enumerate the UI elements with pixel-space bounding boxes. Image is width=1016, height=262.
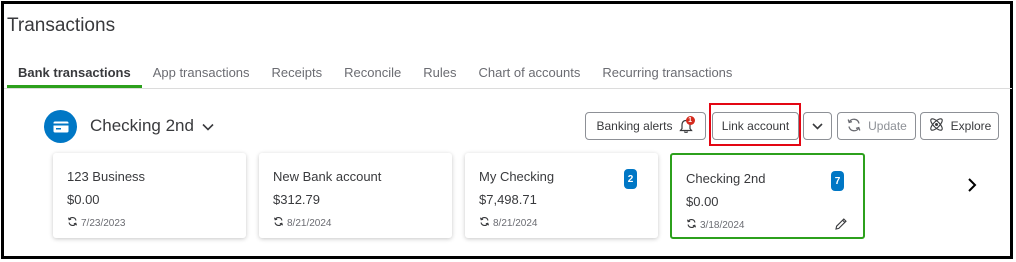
alert-count-badge: 1: [685, 116, 695, 125]
refresh-icon: [273, 216, 284, 230]
refresh-icon: [686, 218, 697, 232]
card-balance: $0.00: [67, 192, 100, 207]
account-selector[interactable]: Checking 2nd: [90, 116, 214, 136]
card-balance: $312.79: [273, 192, 320, 207]
refresh-icon: [67, 216, 78, 230]
card-account-name: New Bank account: [273, 169, 382, 184]
card-count-badge: 7: [831, 171, 844, 191]
chevron-down-icon: [812, 119, 823, 133]
account-card-new-bank-account[interactable]: New Bank account $312.79 8/21/2024: [259, 153, 452, 238]
card-balance: $7,498.71: [479, 192, 537, 207]
link-account-button[interactable]: Link account: [712, 112, 799, 140]
tab-bar: Bank transactions App transactions Recei…: [7, 64, 743, 88]
page-title: Transactions: [7, 15, 116, 36]
card-date-text: 3/18/2024: [700, 219, 745, 231]
tab-app-transactions[interactable]: App transactions: [142, 64, 261, 88]
refresh-icon: [846, 117, 862, 136]
update-button[interactable]: Update: [837, 112, 916, 140]
pencil-edit-icon[interactable]: [834, 217, 848, 231]
account-selector-label: Checking 2nd: [90, 116, 194, 135]
explore-button[interactable]: Explore: [920, 112, 999, 140]
card-updated-date: 7/23/2023: [67, 216, 126, 230]
carousel-next-button[interactable]: [962, 176, 982, 198]
tabs-divider: [4, 88, 1012, 89]
link-account-dropdown-button[interactable]: [803, 112, 832, 140]
card-account-name: Checking 2nd: [686, 171, 766, 186]
tab-chart-of-accounts[interactable]: Chart of accounts: [467, 64, 591, 88]
account-card-checking-2nd[interactable]: Checking 2nd 7 $0.00 3/18/2024: [670, 153, 865, 239]
explore-label: Explore: [950, 119, 992, 133]
bank-card-icon: [44, 110, 77, 143]
card-updated-date: 8/21/2024: [273, 216, 332, 230]
card-updated-date: 8/21/2024: [479, 216, 538, 230]
account-card-my-checking[interactable]: My Checking 2 $7,498.71 8/21/2024: [465, 153, 658, 238]
card-updated-date: 3/18/2024: [686, 218, 745, 232]
banking-alerts-button[interactable]: Banking alerts 1: [585, 112, 706, 140]
chevron-down-icon: [202, 116, 214, 136]
card-account-name: My Checking: [479, 169, 555, 184]
refresh-icon: [479, 216, 490, 230]
tab-receipts[interactable]: Receipts: [261, 64, 334, 88]
tab-recurring-transactions[interactable]: Recurring transactions: [591, 64, 743, 88]
card-date-text: 7/23/2023: [81, 217, 126, 229]
banking-alerts-label: Banking alerts: [596, 119, 673, 133]
tab-reconcile[interactable]: Reconcile: [333, 64, 412, 88]
bell-icon: 1: [678, 116, 695, 134]
card-date-text: 8/21/2024: [287, 217, 332, 229]
card-balance: $0.00: [686, 194, 719, 209]
update-label: Update: [868, 119, 907, 133]
card-count-badge: 2: [624, 169, 637, 189]
atom-icon: [928, 116, 945, 136]
tab-bank-transactions[interactable]: Bank transactions: [7, 64, 142, 88]
link-account-label: Link account: [721, 119, 790, 133]
tab-rules[interactable]: Rules: [412, 64, 467, 88]
card-account-name: 123 Business: [67, 169, 146, 184]
chevron-right-icon: [967, 177, 977, 198]
card-date-text: 8/21/2024: [493, 217, 538, 229]
account-card-123-business[interactable]: 123 Business $0.00 7/23/2023: [53, 153, 246, 238]
